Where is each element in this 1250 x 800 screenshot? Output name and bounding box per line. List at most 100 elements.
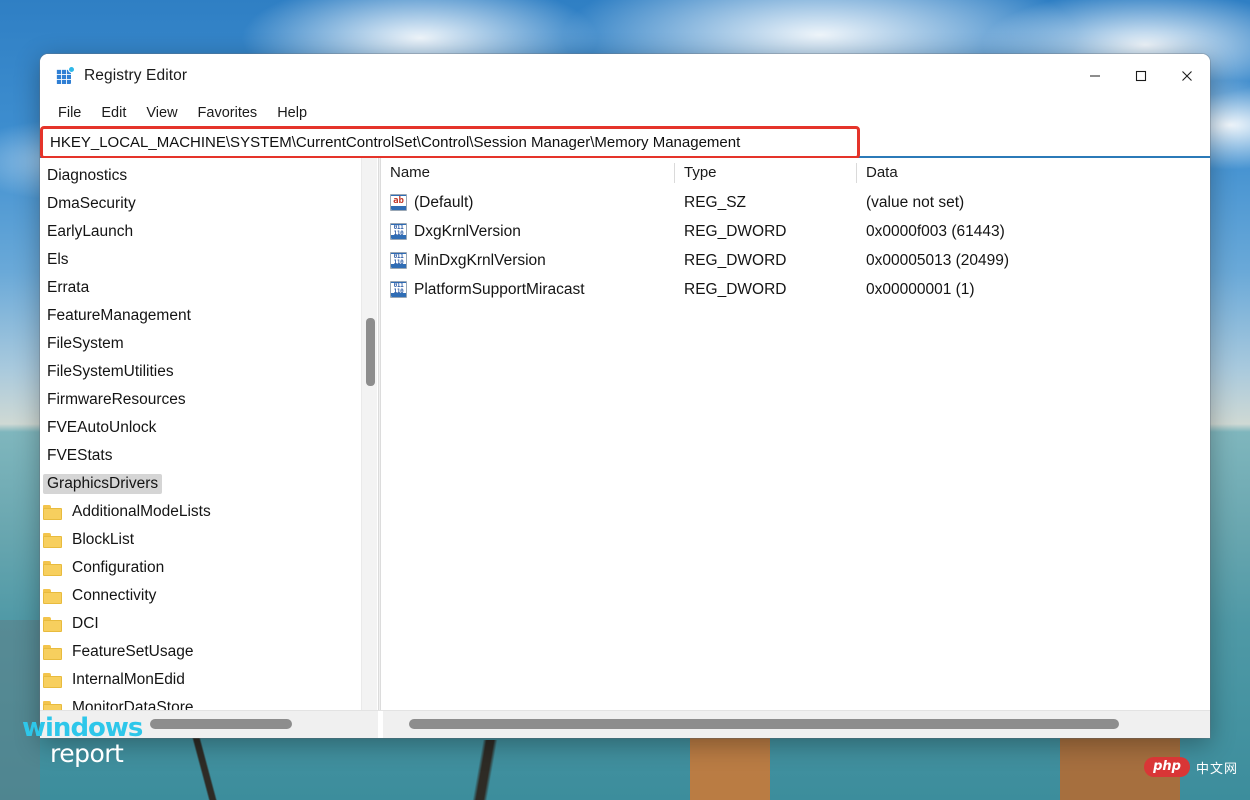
tree-item-label: Errata [43, 278, 93, 298]
registry-path-input[interactable]: HKEY_LOCAL_MACHINE\SYSTEM\CurrentControl… [40, 128, 1210, 157]
folder-icon [43, 505, 62, 520]
value-name: (Default) [414, 194, 473, 212]
tree-item-filesystemutilities[interactable]: FileSystemUtilities [40, 358, 377, 386]
folder-icon [43, 617, 62, 632]
menu-item-file[interactable]: File [48, 102, 91, 124]
window-titlebar[interactable]: Registry Editor [40, 54, 1210, 98]
bottom-scrollbar-area [40, 710, 1210, 738]
tree-item-label: Diagnostics [43, 166, 131, 186]
tree-item-label: BlockList [68, 530, 138, 550]
folder-icon [43, 701, 62, 711]
php-watermark: php 中文网 [1144, 757, 1238, 777]
window-controls [1072, 54, 1210, 98]
tree-item-additionalmodelists[interactable]: AdditionalModeLists [40, 498, 377, 526]
value-name: DxgKrnlVersion [414, 223, 521, 241]
column-header-type[interactable]: Type [675, 158, 857, 188]
list-horizontal-scrollbar-thumb[interactable] [409, 719, 1119, 729]
tree-item-dci[interactable]: DCI [40, 610, 377, 638]
tree-item-label: FVEStats [43, 446, 116, 466]
close-button[interactable] [1164, 54, 1210, 98]
tree-item-label: FeatureManagement [43, 306, 195, 326]
tree-horizontal-scrollbar[interactable] [40, 711, 378, 738]
tree-item-dmasecurity[interactable]: DmaSecurity [40, 190, 377, 218]
rock-silhouette [0, 620, 40, 800]
reg-dword-icon: 011110 [390, 252, 407, 269]
value-name-cell: ab (Default) [381, 194, 675, 212]
tree-item-els[interactable]: Els [40, 246, 377, 274]
menu-item-favorites[interactable]: Favorites [188, 102, 268, 124]
maximize-button[interactable] [1118, 54, 1164, 98]
tree-item-featuremanagement[interactable]: FeatureManagement [40, 302, 377, 330]
tree-item-fveautounlock[interactable]: FVEAutoUnlock [40, 414, 377, 442]
column-header-name[interactable]: Name [381, 158, 675, 188]
table-row[interactable]: ab (Default) REG_SZ (value not set) [381, 188, 1210, 217]
tree-item-fvestats[interactable]: FVEStats [40, 442, 377, 470]
tree-item-label: EarlyLaunch [43, 222, 137, 242]
window-title: Registry Editor [84, 67, 187, 85]
folder-icon [43, 533, 62, 548]
tree-item-internalmonedid[interactable]: InternalMonEdid [40, 666, 377, 694]
tree-item-monitordatastore[interactable]: MonitorDataStore [40, 694, 377, 710]
php-badge: php [1144, 757, 1190, 777]
reg-dword-icon: 011110 [390, 223, 407, 240]
tree-item-featuresetusage[interactable]: FeatureSetUsage [40, 638, 377, 666]
folder-icon [43, 673, 62, 688]
tree-item-label: FVEAutoUnlock [43, 418, 160, 438]
column-header-data[interactable]: Data [857, 158, 1210, 188]
tree-item-label: FileSystemUtilities [43, 362, 178, 382]
tree-item-label: DCI [68, 614, 103, 634]
value-data-cell: 0x00005013 (20499) [857, 252, 1210, 270]
tree-item-label: FileSystem [43, 334, 128, 354]
tree-item-blocklist[interactable]: BlockList [40, 526, 377, 554]
tree-item-graphicsdrivers[interactable]: GraphicsDrivers [40, 470, 377, 498]
menu-item-help[interactable]: Help [267, 102, 317, 124]
list-horizontal-scrollbar[interactable] [383, 711, 1210, 738]
tree-item-label: InternalMonEdid [68, 670, 189, 690]
tree-vertical-scrollbar[interactable] [361, 158, 377, 710]
table-row[interactable]: 011110 DxgKrnlVersion REG_DWORD 0x0000f0… [381, 217, 1210, 246]
value-name-cell: 011110 MinDxgKrnlVersion [381, 252, 675, 270]
branch-silhouette [170, 735, 240, 800]
tree-vertical-scrollbar-thumb[interactable] [366, 318, 375, 386]
menu-item-view[interactable]: View [136, 102, 187, 124]
watermark-line-2: report [50, 741, 202, 766]
values-column-header: Name Type Data [381, 158, 1210, 188]
tree-item-label: Connectivity [68, 586, 160, 606]
tree-item-connectivity[interactable]: Connectivity [40, 582, 377, 610]
minimize-button[interactable] [1072, 54, 1118, 98]
tree-item-label: FeatureSetUsage [68, 642, 198, 662]
tree-item-label: Configuration [68, 558, 168, 578]
folder-icon [43, 645, 62, 660]
registry-tree-pane: Diagnostics DmaSecurity EarlyLaunch Els … [40, 158, 378, 710]
value-name: MinDxgKrnlVersion [414, 252, 546, 270]
tree-item-configuration[interactable]: Configuration [40, 554, 377, 582]
table-row[interactable]: 011110 MinDxgKrnlVersion REG_DWORD 0x000… [381, 246, 1210, 275]
value-type-cell: REG_DWORD [675, 252, 857, 270]
tree-horizontal-scrollbar-thumb[interactable] [150, 719, 292, 729]
tree-item-diagnostics[interactable]: Diagnostics [40, 162, 377, 190]
branch-silhouette [430, 740, 540, 800]
php-cn-label: 中文网 [1196, 758, 1238, 777]
folder-icon [43, 561, 62, 576]
tree-item-firmwareresources[interactable]: FirmwareResources [40, 386, 377, 414]
tree-item-label: MonitorDataStore [68, 698, 197, 710]
tree-item-filesystem[interactable]: FileSystem [40, 330, 377, 358]
tree-item-errata[interactable]: Errata [40, 274, 377, 302]
value-data-cell: (value not set) [857, 194, 1210, 212]
value-name: PlatformSupportMiracast [414, 281, 585, 299]
reg-dword-icon: 011110 [390, 281, 407, 298]
tree-item-earlylaunch[interactable]: EarlyLaunch [40, 218, 377, 246]
value-name-cell: 011110 DxgKrnlVersion [381, 223, 675, 241]
reg-string-icon: ab [390, 194, 407, 211]
minimize-icon [1089, 70, 1101, 82]
tree-item-label: Els [43, 250, 73, 270]
table-row[interactable]: 011110 PlatformSupportMiracast REG_DWORD… [381, 275, 1210, 304]
tree-item-label: GraphicsDrivers [43, 474, 162, 494]
tree-item-label: DmaSecurity [43, 194, 140, 214]
value-name-cell: 011110 PlatformSupportMiracast [381, 281, 675, 299]
close-icon [1181, 70, 1193, 82]
address-bar-container: HKEY_LOCAL_MACHINE\SYSTEM\CurrentControl… [40, 128, 1210, 158]
value-data-cell: 0x0000f003 (61443) [857, 223, 1210, 241]
registry-editor-window: Registry Editor [40, 54, 1210, 738]
menu-item-edit[interactable]: Edit [91, 102, 136, 124]
